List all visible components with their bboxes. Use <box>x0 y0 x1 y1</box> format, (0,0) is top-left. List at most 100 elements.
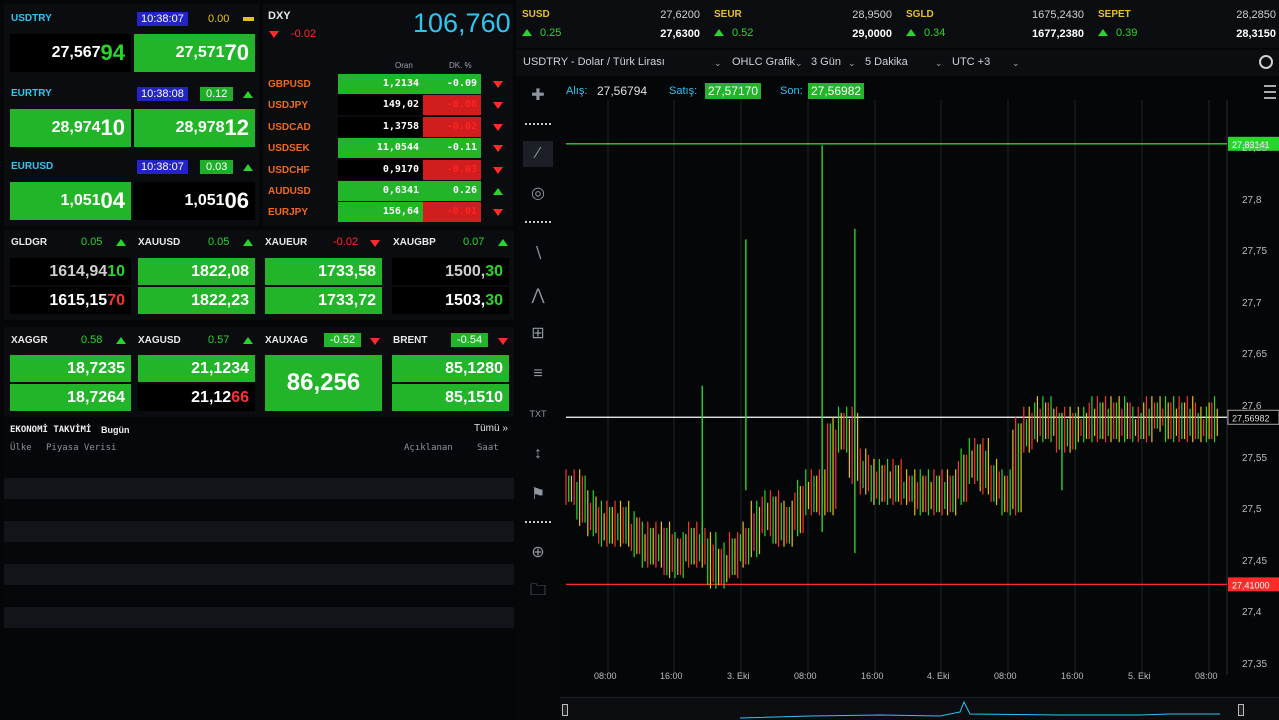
brent-label: BRENT <box>393 335 428 346</box>
flag-icon[interactable]: ⚑ <box>523 481 553 507</box>
bid-main: 27,567 <box>51 44 101 61</box>
xaugbp-bid-tile[interactable]: 1500, 30 <box>392 258 509 285</box>
pitchfork-icon[interactable]: ⋀ <box>523 282 553 308</box>
cross-rate-row[interactable]: GBPUSD 1,2134 -0.09 <box>263 74 513 95</box>
zoom-icon[interactable]: ⊕ <box>523 539 553 565</box>
fibonacci-icon[interactable]: ≡ <box>523 361 553 387</box>
calendar-title: EKONOMİ TAKVİMİ <box>10 425 92 435</box>
bid-tile[interactable]: 1,051 04 <box>10 182 131 220</box>
chart-type-select[interactable]: OHLC Grafik <box>732 56 795 68</box>
cross-rate-row[interactable]: USDCHF 0,9170 -0.03 <box>263 159 513 181</box>
ask-tile[interactable]: 27,571 70 <box>134 34 255 72</box>
fx-tile-eurtry[interactable]: EURTRY 10:38:08 0.12 28,974 10 28,978 12 <box>4 81 259 152</box>
chart-ask-value: 27,57170 <box>705 83 762 99</box>
bid-main: 28,974 <box>51 119 101 136</box>
pct-value: 0.26 <box>423 181 481 201</box>
brent-ask-tile[interactable]: 85,1510 <box>392 384 509 411</box>
grid-tool-icon[interactable]: ⊞ <box>523 320 553 346</box>
up-arrow-icon <box>1098 29 1108 36</box>
change-text: 0.52 <box>732 27 754 39</box>
chevron-down-icon[interactable]: ⌄ <box>1012 58 1020 69</box>
cross-rate-row[interactable]: USDJPY 149,02 -0.06 <box>263 95 513 116</box>
line-tool-icon[interactable]: ∖ <box>523 240 553 266</box>
ask-main: 1615,15 <box>49 291 108 309</box>
bid-tile[interactable]: 28,974 10 <box>10 109 131 147</box>
pct-value: -0.02 <box>423 116 481 137</box>
xaueur-bid-tile[interactable]: 1733,58 <box>265 258 382 285</box>
separator <box>525 123 551 125</box>
ask-pips: 70 <box>224 40 249 65</box>
chevron-down-icon[interactable]: ⌄ <box>795 58 803 69</box>
xauxag-value-tile[interactable]: 86,256 <box>265 355 382 411</box>
chevron-down-icon[interactable]: ⌄ <box>714 58 722 69</box>
xaugbp-ask-tile[interactable]: 1503, 30 <box>392 287 509 314</box>
chevron-down-icon[interactable]: ⌄ <box>848 58 856 69</box>
top-quote-seur[interactable]: SEUR 28,9500 0.52 29,0000 <box>708 4 898 44</box>
timezone-select[interactable]: UTC +3 <box>952 56 990 68</box>
gldgr-bid-tile[interactable]: 1614,94 10 <box>10 258 131 285</box>
xaueur-change: -0.02 <box>333 236 359 248</box>
rate-column-header: Oran <box>395 61 413 70</box>
folder-icon[interactable]: 🗀 <box>523 579 553 605</box>
quote-bid: 28,2850 <box>1236 9 1276 21</box>
top-quote-susd[interactable]: SUSD 27,6200 0.25 27,6300 <box>516 4 706 44</box>
brent-bid-tile[interactable]: 85,1280 <box>392 355 509 382</box>
calendar-all-link[interactable]: Tümü » <box>474 423 508 434</box>
separator <box>525 521 551 523</box>
xagusd-bid-tile[interactable]: 21,1234 <box>138 355 255 382</box>
cross-rate-row[interactable]: EURJPY 156,64 -0.01 <box>263 202 513 223</box>
separator <box>525 221 551 223</box>
bid-pips: 94 <box>100 40 125 65</box>
menu-icon[interactable] <box>1264 85 1276 87</box>
ask-pips: 70 <box>107 291 125 309</box>
pct-value: -0.09 <box>423 74 481 94</box>
price-chart[interactable]: 27,8314127,5698227,41000 <box>560 100 1279 696</box>
xauusd-ask-tile[interactable]: 1822,23 <box>138 287 255 314</box>
ask-pips: 06 <box>224 188 249 213</box>
xaggr-bid-tile[interactable]: 18,7235 <box>10 355 131 382</box>
chevron-down-icon[interactable]: ⌄ <box>935 58 943 69</box>
eye-hidden-icon[interactable]: ◎ <box>523 180 553 206</box>
xaugbp-change: 0.07 <box>463 236 485 248</box>
down-arrow-icon <box>370 240 380 247</box>
range-select[interactable]: 3 Gün <box>811 56 841 68</box>
xagusd-ask-tile[interactable]: 21,12 66 <box>138 384 255 411</box>
pct-value: -0.06 <box>423 95 481 116</box>
top-quote-sgld[interactable]: SGLD 1675,2430 0.34 1677,2380 <box>900 4 1090 44</box>
text-tool-icon[interactable]: TXT <box>523 401 553 427</box>
col-time: Saat <box>477 443 499 453</box>
xaueur-ask-tile[interactable]: 1733,72 <box>265 287 382 314</box>
ask-main: 27,571 <box>175 44 225 61</box>
x-tick-label: 16:00 <box>861 671 884 681</box>
pair-label: AUDUSD <box>268 186 311 197</box>
bid-tile[interactable]: 27,567 94 <box>10 34 131 72</box>
col-market-data: Piyasa Verisi <box>46 443 117 453</box>
fx-tile-eurusd[interactable]: EURUSD 10:38:07 0.03 1,051 04 1,051 06 <box>4 154 259 226</box>
y-tick-label: 27,4 <box>1242 607 1262 619</box>
xagusd-change: 0.57 <box>208 334 230 346</box>
ask-tile[interactable]: 28,978 12 <box>134 109 255 147</box>
measure-icon[interactable]: ↕ <box>523 441 553 467</box>
trend-line-icon[interactable]: ∕ <box>523 141 553 167</box>
cross-rate-row[interactable]: USDCAD 1,3758 -0.02 <box>263 116 513 138</box>
down-arrow-icon <box>493 123 503 131</box>
xauusd-bid-tile[interactable]: 1822,08 <box>138 258 255 285</box>
interval-select[interactable]: 5 Dakika <box>865 56 908 68</box>
pair-label: USDJPY <box>268 100 309 112</box>
fx-tile-usdtry[interactable]: USDTRY 10:38:07 0.00 27,567 94 27,571 70 <box>4 4 259 77</box>
top-quote-sepet[interactable]: SEPET 28,2850 0.39 28,3150 <box>1092 4 1279 44</box>
xagusd-label: XAGUSD <box>138 335 181 346</box>
bid-main: 1500, <box>445 262 486 280</box>
ask-tile[interactable]: 1,051 06 <box>134 182 255 220</box>
crosshair-icon[interactable]: ✚ <box>523 82 553 108</box>
cross-rate-row[interactable]: AUDUSD 0,6341 0.26 <box>263 181 513 202</box>
calendar-today-tab[interactable]: Bugün <box>101 425 130 435</box>
cross-rate-row[interactable]: USDSEK 11,0544 -0.11 <box>263 138 513 159</box>
search-icon[interactable] <box>1259 55 1273 69</box>
pair-label: USDCAD <box>268 121 311 133</box>
xaggr-ask-tile[interactable]: 18,7264 <box>10 384 131 411</box>
change-badge: 0.03 <box>200 160 234 174</box>
chart-navigator[interactable] <box>560 697 1279 720</box>
quote-bid: 28,9500 <box>852 9 892 21</box>
gldgr-ask-tile[interactable]: 1615,15 70 <box>10 287 131 314</box>
